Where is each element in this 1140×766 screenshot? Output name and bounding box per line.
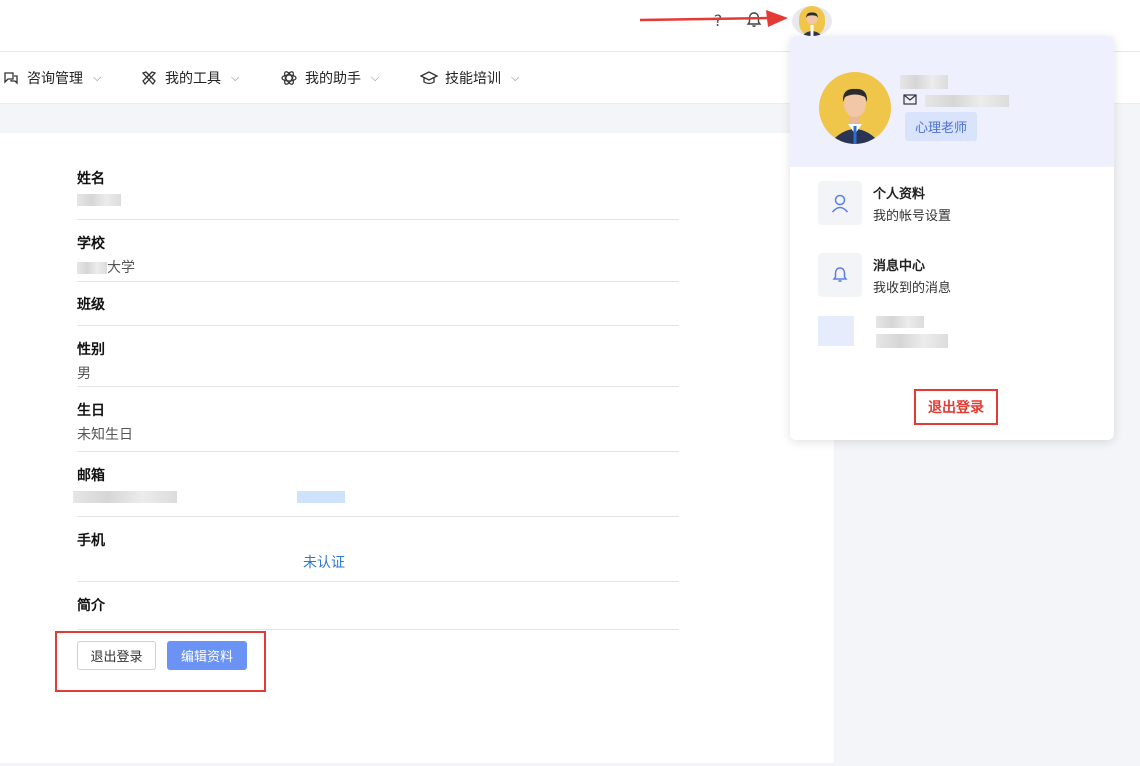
field-value bbox=[77, 192, 679, 208]
redacted-block bbox=[900, 75, 948, 89]
user-dropdown: 心理老师 个人资料 我的帐号设置 消息中心 我收到的消息 退出登录 bbox=[790, 36, 1114, 440]
field-label: 学校 bbox=[77, 236, 105, 252]
chevron-down-icon: ⌵ bbox=[511, 71, 520, 84]
redacted-block bbox=[876, 334, 948, 348]
redacted-block bbox=[73, 491, 177, 503]
bell-icon bbox=[818, 253, 862, 297]
field-label: 简介 bbox=[77, 598, 105, 614]
mail-icon bbox=[903, 94, 917, 108]
graduation-cap-icon bbox=[420, 69, 438, 87]
field-value bbox=[73, 489, 679, 505]
field-value: 大学 bbox=[107, 260, 135, 276]
redacted-block bbox=[297, 491, 346, 503]
field-school: 学校 大学 bbox=[77, 233, 679, 282]
field-name: 姓名 bbox=[77, 168, 679, 220]
role-badge: 心理老师 bbox=[905, 112, 977, 141]
nav-item-consult[interactable]: 咨询管理 ⌵ bbox=[2, 52, 101, 104]
atom-icon bbox=[280, 69, 298, 87]
dropdown-logout-button[interactable]: 退出登录 bbox=[914, 389, 998, 425]
redacted-block bbox=[925, 95, 1009, 107]
menu-title: 个人资料 bbox=[873, 187, 926, 202]
field-value: 未知生日 bbox=[77, 427, 133, 443]
menu-item-profile[interactable]: 个人资料 我的帐号设置 bbox=[818, 181, 1078, 225]
logout-button[interactable]: 退出登录 bbox=[77, 641, 156, 670]
field-email: 邮箱 bbox=[73, 465, 679, 517]
redacted-block bbox=[818, 316, 854, 346]
field-bio: 简介 bbox=[77, 595, 679, 630]
phone-verify-link[interactable]: 未认证 bbox=[303, 552, 345, 572]
field-birthday: 生日 未知生日 bbox=[77, 400, 679, 452]
annotation-arrow bbox=[640, 10, 788, 27]
field-label: 邮箱 bbox=[77, 468, 105, 484]
tools-icon bbox=[140, 69, 158, 87]
dropdown-header: 心理老师 bbox=[790, 36, 1114, 167]
menu-item-messages[interactable]: 消息中心 我收到的消息 bbox=[818, 253, 1078, 297]
field-phone: 手机 未认证 bbox=[77, 530, 679, 582]
nav-label: 咨询管理 bbox=[27, 71, 83, 87]
redacted-block bbox=[77, 194, 121, 206]
edit-profile-button[interactable]: 编辑资料 bbox=[167, 641, 247, 670]
nav-item-training[interactable]: 技能培训 ⌵ bbox=[420, 52, 519, 104]
nav-item-assistant[interactable]: 我的助手 ⌵ bbox=[280, 52, 379, 104]
field-label: 班级 bbox=[77, 297, 105, 313]
field-label: 性别 bbox=[77, 342, 105, 358]
chevron-down-icon: ⌵ bbox=[93, 71, 102, 84]
redacted-block bbox=[876, 316, 924, 328]
field-label: 手机 bbox=[77, 533, 105, 549]
field-label: 生日 bbox=[77, 403, 105, 419]
field-class: 班级 bbox=[77, 294, 679, 326]
redacted-block bbox=[77, 262, 107, 274]
nav-label: 我的工具 bbox=[165, 71, 221, 87]
menu-subtitle: 我的帐号设置 bbox=[873, 209, 952, 224]
field-gender: 性别 男 bbox=[77, 339, 679, 387]
user-avatar-button[interactable] bbox=[792, 6, 832, 36]
chevron-down-icon: ⌵ bbox=[231, 71, 240, 84]
field-value-wrap: 大学 bbox=[77, 257, 679, 277]
nav-item-tools[interactable]: 我的工具 ⌵ bbox=[140, 52, 239, 104]
menu-subtitle: 我收到的消息 bbox=[873, 281, 952, 296]
chevron-down-icon: ⌵ bbox=[371, 71, 380, 84]
nav-label: 我的助手 bbox=[305, 71, 361, 87]
nav-label: 技能培训 bbox=[445, 71, 501, 87]
user-icon bbox=[818, 181, 862, 225]
avatar bbox=[819, 72, 891, 144]
menu-item-redacted[interactable] bbox=[818, 314, 1078, 348]
field-label: 姓名 bbox=[77, 171, 105, 187]
menu-title: 消息中心 bbox=[873, 259, 926, 274]
chat-icon bbox=[2, 69, 20, 87]
field-value: 男 bbox=[77, 366, 91, 382]
